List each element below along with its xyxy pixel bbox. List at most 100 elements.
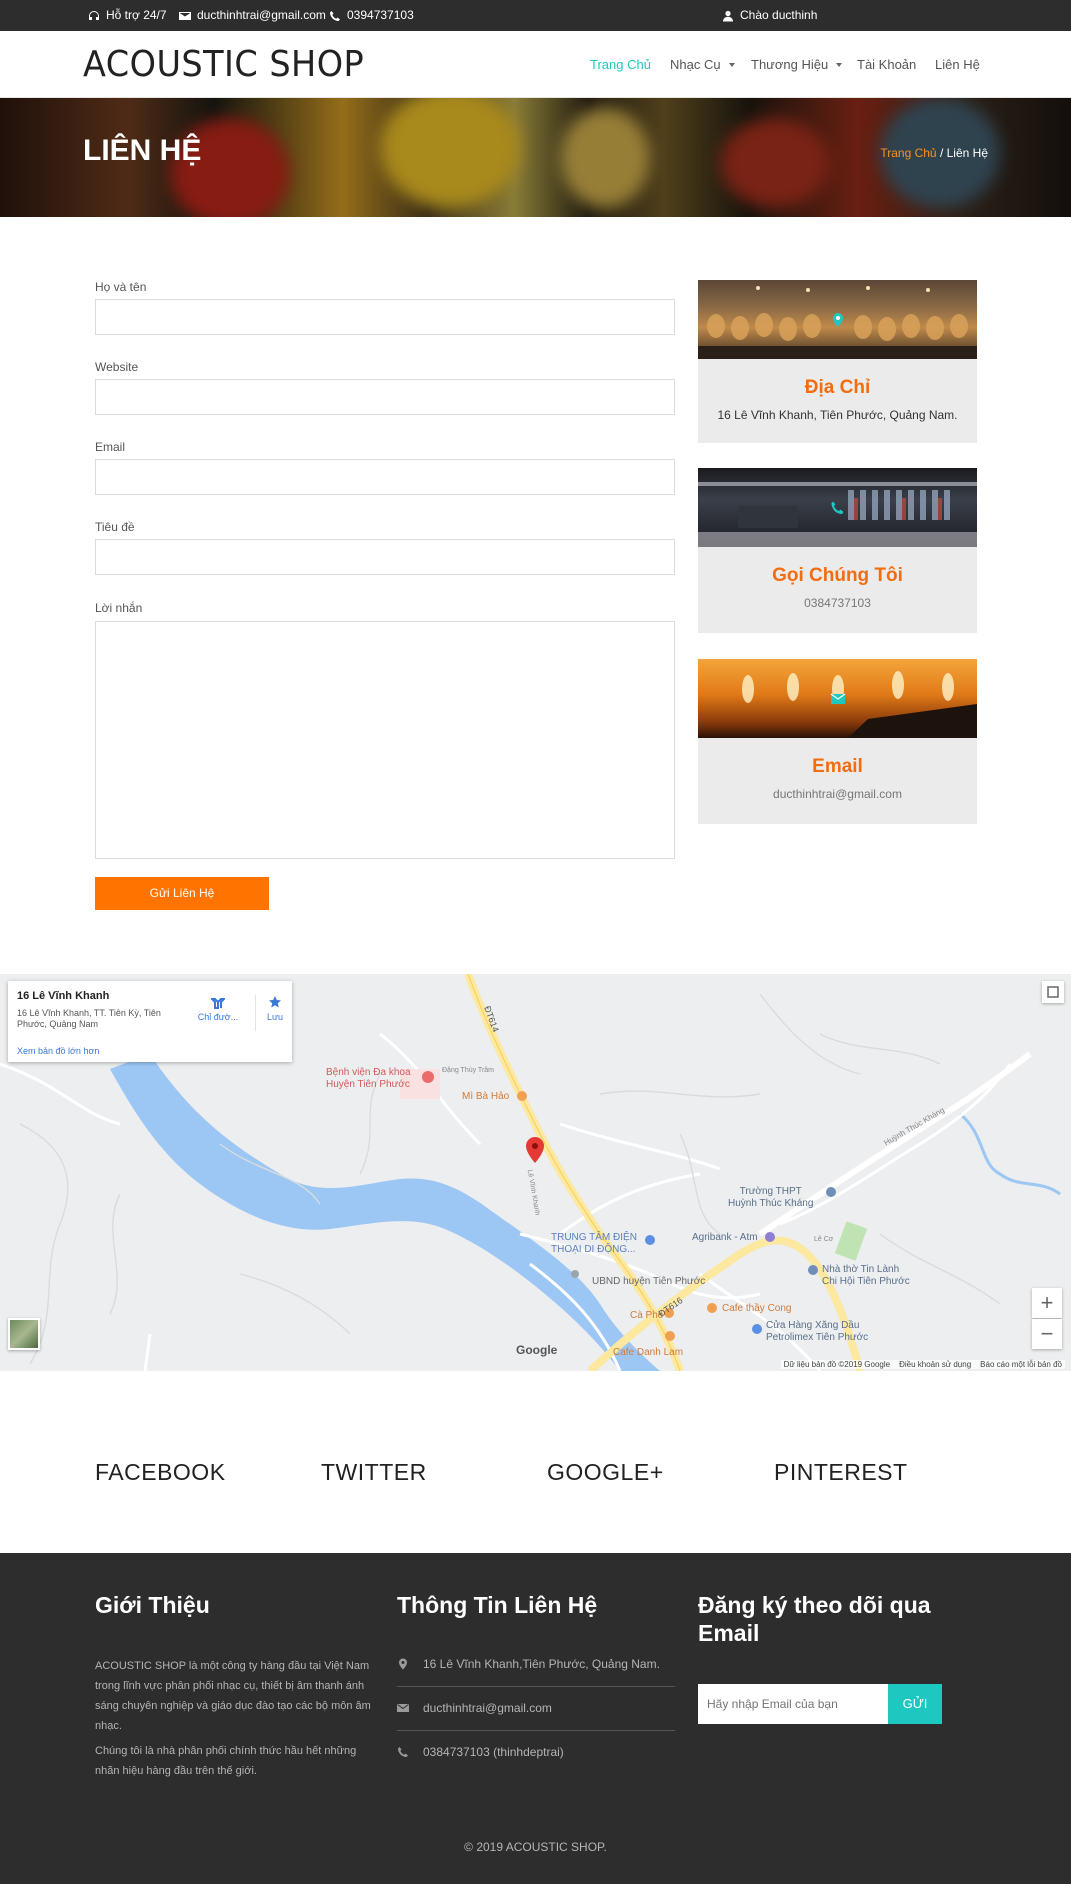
top-phone[interactable]: 0394737103: [329, 0, 414, 31]
pinterest-link[interactable]: PINTEREST: [774, 1459, 908, 1486]
copyright: © 2019 ACOUSTIC SHOP.: [464, 1840, 607, 1854]
email-field[interactable]: [95, 459, 675, 495]
view-larger-map-link[interactable]: Xem bản đồ lớn hơn: [17, 1046, 99, 1056]
star-icon: [269, 996, 281, 1008]
user-greeting[interactable]: Chào ducthinh: [722, 0, 817, 31]
email-card-text[interactable]: ducthinhtrai@gmail.com: [698, 787, 977, 801]
zoom-out-button[interactable]: −: [1032, 1319, 1062, 1349]
address-card: Địa Chỉ 16 Lê Vĩnh Khanh, Tiên Phước, Qu…: [698, 280, 977, 443]
satellite-toggle[interactable]: [8, 1318, 40, 1350]
breadcrumb: Trang Chủ / Liên Hệ: [880, 146, 988, 160]
save-place-button[interactable]: Lưu: [260, 995, 290, 1022]
about-heading: Giới Thiệu: [95, 1592, 210, 1618]
name-field[interactable]: [95, 299, 675, 335]
nav-label: Tài Khoản: [857, 57, 917, 72]
message-textarea[interactable]: [95, 621, 675, 859]
envelope-icon: [179, 11, 191, 20]
fullscreen-button[interactable]: [1042, 981, 1064, 1003]
map-pin-icon: [832, 312, 843, 327]
zoom-in-button[interactable]: +: [1032, 1288, 1062, 1318]
top-email[interactable]: ducthinhtrai@gmail.com: [179, 0, 326, 31]
page-title: LIÊN HỆ: [83, 134, 202, 167]
place-title: 16 Lê Vĩnh Khanh: [17, 990, 110, 1002]
page-banner: LIÊN HỆ Trang Chủ / Liên Hệ: [0, 98, 1071, 217]
name-label: Họ và tên: [95, 280, 147, 294]
about-paragraph-2: Chúng tôi là nhà phân phối chính thức hầ…: [95, 1745, 357, 1777]
guitar-wall-image: [698, 280, 977, 359]
footer-email[interactable]: ducthinhtrai@gmail.com: [397, 1686, 675, 1730]
hospital-icon[interactable]: [422, 1071, 434, 1083]
google-map[interactable]: Bệnh viện Đa khoa Huyện Tiên Phước Đặng …: [0, 974, 1071, 1371]
school-icon[interactable]: [826, 1187, 836, 1197]
nav-item-contact[interactable]: Liên Hệ: [935, 57, 980, 72]
top-email-text: ducthinhtrai@gmail.com: [197, 8, 326, 22]
map-label-school[interactable]: Trường THPT Huỳnh Thúc Kháng: [728, 1186, 813, 1210]
terms-link[interactable]: Điều khoản sử dụng: [899, 1360, 971, 1369]
subject-field[interactable]: [95, 539, 675, 575]
address-card-text: 16 Lê Vĩnh Khanh, Tiên Phước, Quảng Nam.: [717, 408, 958, 422]
email-card: Email ducthinhtrai@gmail.com: [698, 659, 977, 824]
nav-item-brands[interactable]: Thương Hiệu: [751, 57, 843, 72]
lounge-image: [698, 659, 977, 738]
map-label-hospital[interactable]: Bệnh viện Đa khoa Huyện Tiên Phước: [326, 1067, 411, 1091]
map-label-cafe-thay-cong[interactable]: Cafe thầy Cong: [722, 1303, 792, 1314]
subscribe-button[interactable]: GỬI: [888, 1684, 942, 1724]
breadcrumb-home[interactable]: Trang Chủ: [880, 146, 936, 160]
shop-icon[interactable]: [645, 1235, 655, 1245]
website-field[interactable]: [95, 379, 675, 415]
location-marker[interactable]: [526, 1137, 544, 1163]
river: [110, 1054, 660, 1371]
call-card-text[interactable]: 0384737103: [698, 596, 977, 610]
cafe-icon[interactable]: [707, 1303, 717, 1313]
cafe-icon[interactable]: [665, 1331, 675, 1341]
map-label-le-coi: Lê Cơ: [814, 1236, 834, 1243]
caret-down-icon: [728, 62, 735, 67]
save-label: Lưu: [266, 1012, 284, 1022]
site-header: ACOUSTIC SHOP Trang Chủ Nhạc Cụ Thương H…: [0, 31, 1071, 98]
gas-station-icon[interactable]: [752, 1324, 762, 1334]
footer-phone-text: 0384737103 (thinhdeptrai): [423, 1745, 564, 1759]
nav-label: Nhạc Cụ: [670, 57, 721, 72]
envelope-icon: [397, 1704, 409, 1712]
stream: [959, 1112, 1061, 1196]
site-logo[interactable]: ACOUSTIC SHOP: [83, 44, 364, 85]
top-bar: Hỗ trợ 24/7 ducthinhtrai@gmail.com 03947…: [0, 0, 1071, 31]
bank-icon[interactable]: [765, 1232, 775, 1242]
map-label-gas-station[interactable]: Cửa Hàng Xăng Dầu Petrolimex Tiên Phước: [766, 1320, 868, 1344]
phone-icon: [831, 501, 843, 514]
breadcrumb-current: Liên Hệ: [946, 146, 988, 160]
twitter-link[interactable]: TWITTER: [321, 1459, 427, 1486]
google-plus-link[interactable]: GOOGLE+: [547, 1459, 664, 1486]
map-label-church[interactable]: Nhà thờ Tin Lành Chi Hội Tiên Phước: [822, 1264, 910, 1288]
nav-label: Liên Hệ: [935, 57, 980, 72]
map-label-cafe-danh-lam[interactable]: Cafe Danh Lam: [613, 1347, 683, 1358]
nav-label: Thương Hiệu: [751, 57, 829, 72]
directions-button[interactable]: Chỉ đườ...: [192, 995, 244, 1022]
phone-icon: [330, 10, 340, 21]
report-error-link[interactable]: Báo cáo một lỗi bản đồ: [980, 1360, 1062, 1369]
nav-item-account[interactable]: Tài Khoản: [857, 57, 916, 72]
map-label-phone-center[interactable]: TRUNG TÂM ĐIỆN THOẠI DI ĐỘNG...: [551, 1232, 637, 1256]
user-icon: [723, 10, 733, 21]
envelope-icon: [830, 693, 845, 704]
government-icon[interactable]: [571, 1270, 579, 1278]
footer-email-text: ducthinhtrai@gmail.com: [423, 1701, 552, 1715]
subscribe-email-input[interactable]: [698, 1684, 888, 1724]
footer-phone[interactable]: 0384737103 (thinhdeptrai): [397, 1730, 675, 1774]
nav-item-home[interactable]: Trang Chủ: [590, 57, 651, 72]
restaurant-icon[interactable]: [517, 1091, 527, 1101]
caret-down-icon: [836, 62, 843, 67]
message-label: Lời nhắn: [95, 601, 143, 615]
nav-item-instruments[interactable]: Nhạc Cụ: [670, 57, 735, 72]
send-contact-button[interactable]: Gửi Liên Hệ: [95, 877, 269, 910]
call-card-title: Gọi Chúng Tôi: [772, 565, 903, 586]
greeting-text: Chào ducthinh: [740, 8, 818, 22]
map-label-ubnd[interactable]: UBND huyện Tiên Phước: [592, 1276, 705, 1287]
church-icon[interactable]: [808, 1265, 818, 1275]
facebook-link[interactable]: FACEBOOK: [95, 1459, 226, 1486]
email-card-title: Email: [812, 756, 863, 777]
card-divider: [255, 995, 256, 1031]
address-card-title: Địa Chỉ: [804, 377, 871, 398]
map-label-mi-ba-hao[interactable]: Mì Bà Hảo: [462, 1091, 509, 1102]
map-label-agribank[interactable]: Agribank - Atm: [692, 1232, 758, 1243]
